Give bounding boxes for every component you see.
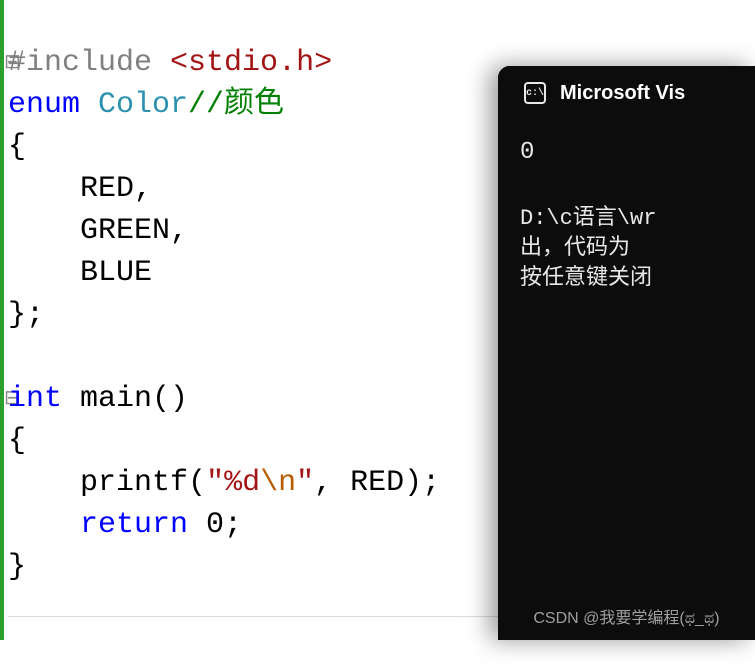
code-content: #include <stdio.h>enum Color//颜色{ RED, G… bbox=[8, 0, 440, 672]
terminal-line: D:\c语言\wr bbox=[520, 204, 733, 234]
terminal-window[interactable]: c:\ Microsoft Vis 0 D:\c语言\wr 出，代码为 按任意键… bbox=[498, 66, 755, 640]
code-line: }; bbox=[8, 294, 440, 336]
code-line: printf("%d\n", RED); bbox=[8, 462, 440, 504]
watermark-text: CSDN @我要学编程(ಥ_ಥ) bbox=[498, 604, 755, 628]
code-line: return 0; bbox=[8, 504, 440, 546]
terminal-titlebar[interactable]: c:\ Microsoft Vis bbox=[498, 66, 755, 120]
code-line: enum Color//颜色 bbox=[8, 84, 440, 126]
terminal-line: 按任意键关闭 bbox=[520, 264, 733, 294]
terminal-line: 出，代码为 bbox=[520, 234, 733, 264]
change-marker-bar bbox=[0, 0, 4, 640]
code-line: BLUE bbox=[8, 252, 440, 294]
code-line: RED, bbox=[8, 168, 440, 210]
terminal-icon: c:\ bbox=[524, 82, 546, 104]
code-line: #include <stdio.h> bbox=[8, 42, 440, 84]
terminal-line: 0 bbox=[520, 138, 733, 168]
code-line bbox=[8, 336, 440, 378]
terminal-output: 0 D:\c语言\wr 出，代码为 按任意键关闭 bbox=[498, 120, 755, 294]
terminal-title: Microsoft Vis bbox=[560, 82, 685, 105]
code-line: { bbox=[8, 420, 440, 462]
code-line: GREEN, bbox=[8, 210, 440, 252]
code-line: } bbox=[8, 546, 440, 588]
code-line: { bbox=[8, 126, 440, 168]
code-line: int main() bbox=[8, 378, 440, 420]
